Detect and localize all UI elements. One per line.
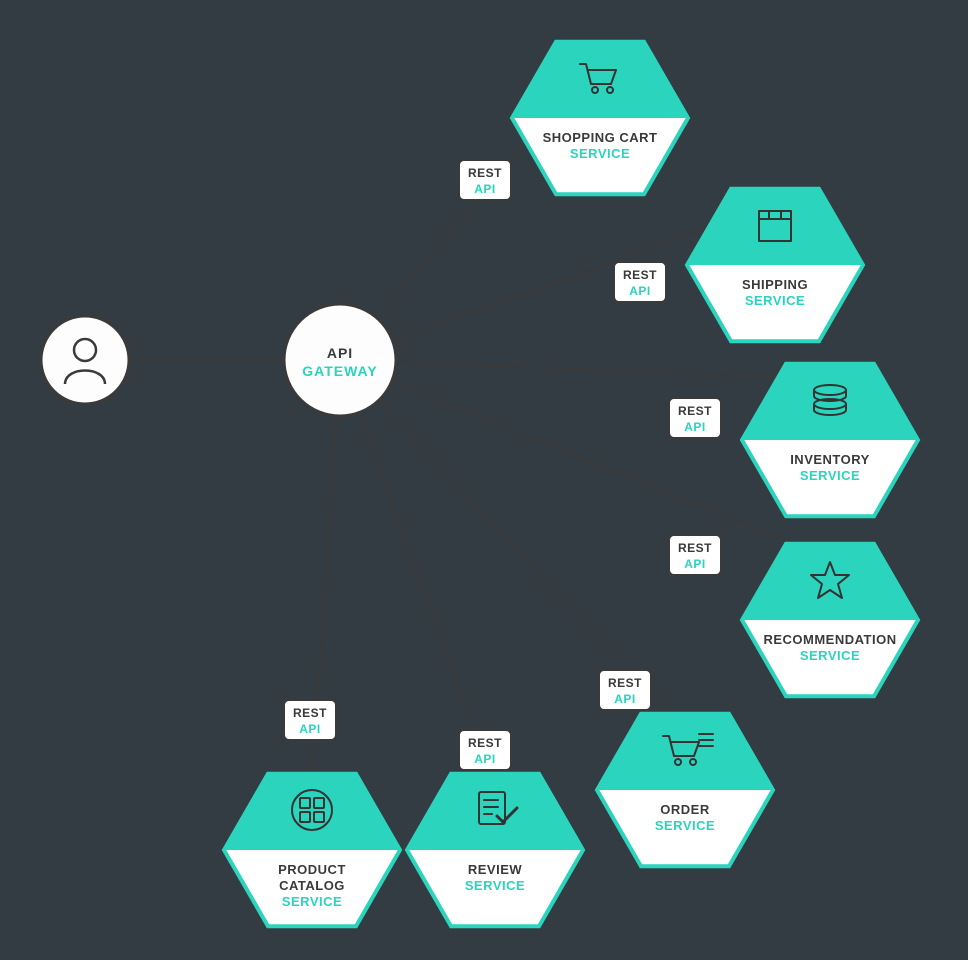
service-label: SHOPPING CART <box>543 130 658 145</box>
rest-label-2: API <box>684 557 706 571</box>
service-sublabel: SERVICE <box>655 818 715 833</box>
service-review: REVIEWSERVICE <box>407 774 583 926</box>
rest-label-2: API <box>614 692 636 706</box>
rest-api-box: REST API <box>614 262 666 302</box>
rest-label-1: REST <box>293 706 327 720</box>
rest-api-box: REST API <box>459 730 511 770</box>
service-sublabel: SERVICE <box>800 468 860 483</box>
service-sublabel: SERVICE <box>282 894 342 909</box>
rest-api-box: REST API <box>459 160 511 200</box>
service-inventory: INVENTORYSERVICE <box>742 364 918 516</box>
service-label: RECOMMENDATION <box>763 632 896 647</box>
service-sublabel: SERVICE <box>800 648 860 663</box>
service-sublabel: SERVICE <box>465 878 525 893</box>
service-label: SHIPPING <box>742 277 808 292</box>
service-sublabel: SERVICE <box>745 293 805 308</box>
service-label: CATALOG <box>279 878 345 893</box>
rest-api-box: REST API <box>669 398 721 438</box>
rest-label-2: API <box>474 752 496 766</box>
api-gateway-node: API GATEWAY <box>284 304 396 416</box>
service-label: ORDER <box>660 802 710 817</box>
rest-label-2: API <box>684 420 706 434</box>
service-label: INVENTORY <box>790 452 870 467</box>
service-label: REVIEW <box>468 862 523 877</box>
rest-label-1: REST <box>468 166 502 180</box>
service-sublabel: SERVICE <box>570 146 630 161</box>
rest-label-2: API <box>474 182 496 196</box>
rest-api-box: REST API <box>284 700 336 740</box>
rest-label-2: API <box>629 284 651 298</box>
service-recommendation: RECOMMENDATIONSERVICE <box>742 544 918 696</box>
rest-label-1: REST <box>623 268 657 282</box>
rest-label-1: REST <box>608 676 642 690</box>
rest-label-1: REST <box>678 541 712 555</box>
service-label: PRODUCT <box>278 862 346 877</box>
service-order: ORDERSERVICE <box>597 714 773 866</box>
gateway-label-gateway: GATEWAY <box>302 363 377 379</box>
service-product-catalog: PRODUCTCATALOGSERVICE <box>224 774 400 926</box>
rest-label-1: REST <box>678 404 712 418</box>
service-shopping-cart: SHOPPING CARTSERVICE <box>512 42 688 194</box>
rest-api-box: REST API <box>669 535 721 575</box>
user-node <box>41 316 129 404</box>
service-shipping: SHIPPINGSERVICE <box>687 189 863 341</box>
rest-label-2: API <box>299 722 321 736</box>
rest-label-1: REST <box>468 736 502 750</box>
gateway-label-api: API <box>327 345 353 361</box>
rest-boxes: REST API REST API REST API REST API REST API REST A… <box>284 160 721 770</box>
rest-api-box: REST API <box>599 670 651 710</box>
